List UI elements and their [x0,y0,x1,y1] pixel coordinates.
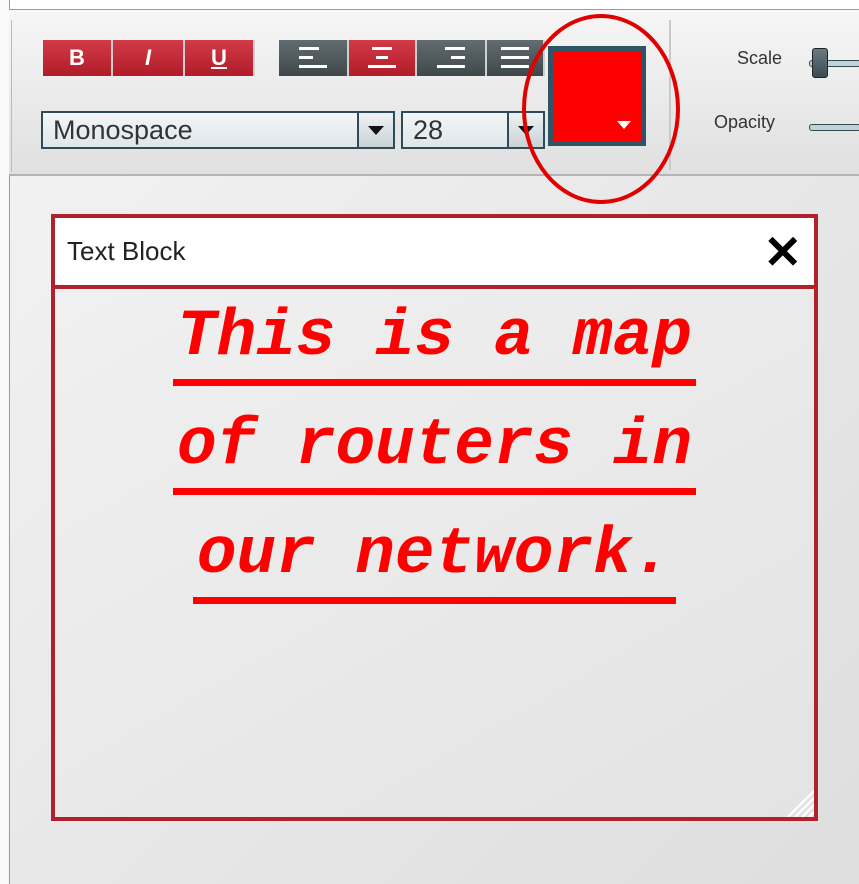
text-format-toolbar: B I U Monospace 28 Scale Opacity [9,10,859,176]
window-top-edge [0,0,859,10]
font-family-value: Monospace [53,114,193,145]
text-line: This is a map [173,295,696,386]
opacity-slider-track[interactable] [809,124,859,131]
align-justify-icon [501,47,529,69]
bold-button-label: B [69,45,85,70]
text-block-panel[interactable]: Text Block ✕ This is a map of routers in… [51,214,818,821]
align-center-button[interactable] [349,40,417,76]
bold-button[interactable]: B [43,40,113,76]
font-family-dropdown-arrow[interactable] [357,113,393,147]
text-block-content[interactable]: This is a map of routers in our network. [55,289,814,809]
scale-label: Scale [737,48,783,68]
italic-button[interactable]: I [113,40,185,76]
text-line: our network. [192,513,677,604]
align-left-icon [299,47,327,69]
underline-button[interactable]: U [185,40,255,76]
align-left-button[interactable] [279,40,349,76]
font-size-value: 28 [413,114,444,145]
align-center-icon [368,47,396,69]
underline-button-label: U [211,45,227,70]
opacity-label: Opacity [714,112,776,132]
chevron-down-icon [368,125,384,135]
close-button[interactable]: ✕ [763,224,802,280]
scale-slider-thumb[interactable] [812,48,828,78]
resize-grip-icon[interactable] [784,787,814,817]
font-family-select[interactable]: Monospace [41,111,395,149]
align-right-icon [437,47,465,69]
text-block-header: Text Block ✕ [55,218,814,289]
color-picker-highlight-annotation [522,14,680,204]
text-block-title: Text Block [67,236,186,266]
italic-button-label: I [144,45,152,70]
toolbar-divider [11,20,12,172]
text-line: of routers in [173,404,696,495]
align-right-button[interactable] [417,40,487,76]
